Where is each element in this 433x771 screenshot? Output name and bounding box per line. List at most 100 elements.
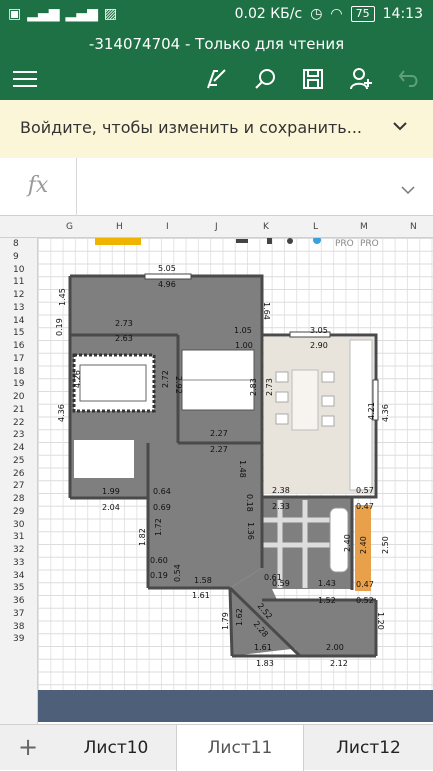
column-header[interactable]: K: [263, 222, 269, 232]
sheet-tabs-bar: + Лист10 Лист11 Лист12: [0, 724, 433, 771]
dim-label: 1.79: [221, 612, 230, 630]
dim-label: 1.83: [256, 659, 274, 668]
dim-label: 1.62: [235, 608, 244, 626]
banner-text: Войдите, чтобы изменить и сохранить...: [20, 118, 362, 137]
chevron-down-icon[interactable]: [401, 180, 415, 199]
sign-in-banner[interactable]: Войдите, чтобы изменить и сохранить...: [0, 100, 433, 158]
column-header[interactable]: N: [410, 222, 417, 232]
dim-label: 0.54: [173, 564, 182, 582]
dim-label: 2.04: [102, 503, 120, 512]
search-icon[interactable]: [250, 64, 280, 94]
embedded-image-footer: [38, 690, 433, 722]
dim-label: 0.18: [245, 494, 254, 512]
dim-label: 0.19: [150, 571, 168, 580]
row-header[interactable]: 31: [0, 531, 37, 544]
row-header[interactable]: 35: [0, 582, 37, 595]
row-header[interactable]: 28: [0, 493, 37, 506]
dim-label: 3.05: [310, 326, 328, 335]
dim-label: 0.60: [150, 556, 168, 565]
add-sheet-button[interactable]: +: [18, 733, 38, 761]
row-header[interactable]: 8: [0, 238, 37, 251]
dim-label: 2.83: [249, 378, 258, 396]
dim-label: 2.27: [210, 445, 228, 454]
network-speed: 0.02 КБ/с: [234, 6, 303, 22]
row-header[interactable]: 13: [0, 302, 37, 315]
dim-label: 2.73: [115, 319, 133, 328]
row-header[interactable]: 24: [0, 442, 37, 455]
dim-label: 1.52: [318, 596, 336, 605]
dim-label: 2.33: [272, 502, 290, 511]
row-header[interactable]: 19: [0, 378, 37, 391]
dim-label: 1.58: [194, 576, 212, 585]
undo-icon[interactable]: [394, 64, 424, 94]
dim-label: 1.20: [376, 612, 385, 630]
clock: 14:13: [382, 6, 423, 22]
formula-bar[interactable]: fx: [0, 158, 433, 216]
pen-icon[interactable]: [202, 64, 232, 94]
dim-label: 1.43: [318, 579, 336, 588]
dim-label: 0.69: [153, 503, 171, 512]
row-header[interactable]: 27: [0, 480, 37, 493]
row-header[interactable]: 21: [0, 404, 37, 417]
dim-label: 2.00: [326, 643, 344, 652]
tab-sheet11[interactable]: Лист11: [176, 725, 304, 771]
column-header[interactable]: G: [66, 222, 73, 232]
row-header[interactable]: 12: [0, 289, 37, 302]
dim-label: 1.45: [58, 288, 67, 306]
dim-label: 1.36: [246, 522, 255, 540]
row-header[interactable]: 9: [0, 251, 37, 264]
dim-label: 4.26: [73, 370, 82, 388]
menu-icon[interactable]: [10, 64, 40, 94]
pro-label: PRO: [335, 239, 354, 249]
row-header[interactable]: 14: [0, 315, 37, 328]
image-icon: ▨: [103, 6, 118, 22]
row-header[interactable]: 37: [0, 608, 37, 621]
dim-label: 2.40: [359, 536, 368, 554]
row-header[interactable]: 16: [0, 340, 37, 353]
tab-sheet12[interactable]: Лист12: [304, 725, 433, 771]
row-header[interactable]: 22: [0, 417, 37, 430]
column-header[interactable]: J: [215, 222, 218, 232]
toolbar: [0, 58, 433, 100]
row-header[interactable]: 30: [0, 519, 37, 532]
row-header[interactable]: 11: [0, 276, 37, 289]
row-header[interactable]: 33: [0, 557, 37, 570]
dim-label: 1.82: [138, 528, 147, 546]
chevron-down-icon[interactable]: [393, 116, 407, 135]
column-header[interactable]: H: [116, 222, 123, 232]
dim-label: 1.64: [262, 302, 271, 320]
battery-indicator: 75: [350, 6, 375, 22]
row-header[interactable]: 36: [0, 595, 37, 608]
dim-label: 1.61: [192, 591, 210, 600]
document-title: -314074704 - Только для чтения: [0, 30, 433, 58]
dim-label: 4.36: [381, 404, 390, 422]
row-header[interactable]: 38: [0, 621, 37, 634]
row-header[interactable]: 10: [0, 264, 37, 277]
row-header[interactable]: 32: [0, 544, 37, 557]
row-header[interactable]: 34: [0, 570, 37, 583]
row-header[interactable]: 17: [0, 353, 37, 366]
dim-label: 2.40: [343, 534, 352, 552]
dim-label: 1.48: [238, 460, 247, 478]
column-header[interactable]: I: [166, 222, 169, 232]
row-header[interactable]: 25: [0, 455, 37, 468]
dim-label: 4.96: [158, 280, 176, 289]
row-header[interactable]: 15: [0, 327, 37, 340]
save-icon[interactable]: [298, 64, 328, 94]
row-header[interactable]: 20: [0, 391, 37, 404]
row-header[interactable]: 39: [0, 633, 37, 646]
row-headers: 8 9 10 11 12 13 14 15 16 17 18 19 20 21 22 23 24 25 26 27 28…: [0, 238, 38, 724]
row-header[interactable]: 18: [0, 366, 37, 379]
dim-label: 0.47: [356, 502, 374, 511]
column-header[interactable]: L: [313, 222, 318, 232]
share-user-icon[interactable]: [346, 64, 376, 94]
spreadsheet-grid[interactable]: PRO PRO 5.05 4.96 1.45 0.19 2.73 2.63 1.…: [38, 236, 433, 690]
alarm-icon: ◷: [310, 6, 323, 22]
floor-plan-image: PRO PRO 5.05 4.96 1.45 0.19 2.73 2.63 1.…: [55, 236, 390, 668]
row-header[interactable]: 23: [0, 429, 37, 442]
dim-label: 1.05: [234, 326, 252, 335]
column-header[interactable]: M: [360, 222, 368, 232]
row-header[interactable]: 29: [0, 506, 37, 519]
row-header[interactable]: 26: [0, 468, 37, 481]
tab-sheet10[interactable]: Лист10: [56, 725, 176, 771]
